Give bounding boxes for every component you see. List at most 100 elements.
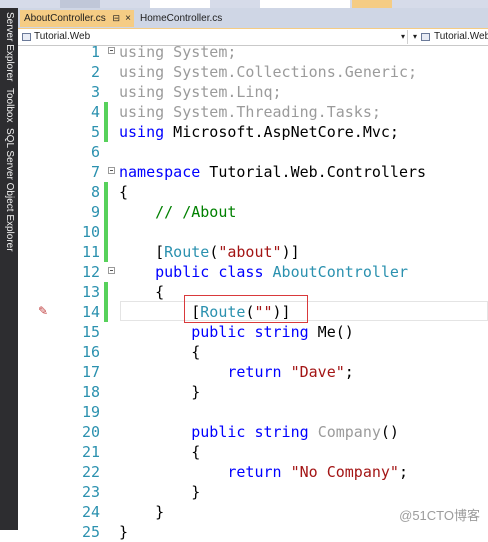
side-tab-sql-server-object-explorer[interactable]: SQL Server Object Explorer (2, 128, 16, 252)
code-line[interactable]: 8{ (18, 182, 488, 202)
toolbar-fragment (352, 0, 392, 8)
top-toolbar-strip (0, 0, 488, 8)
watermark: @51CTO博客 (399, 508, 480, 523)
annotation-highlight-box (184, 295, 308, 323)
code-text: } (119, 503, 165, 521)
tab-about-controller[interactable]: AboutController.cs ⊟ × (20, 10, 134, 27)
code-text: { (119, 183, 129, 201)
code-text: using System.Linq; (119, 83, 282, 101)
line-number: 16 (81, 343, 100, 361)
code-line[interactable]: 16 { (18, 342, 488, 362)
change-marker (104, 202, 108, 222)
code-line[interactable]: 22 return "No Company"; (18, 462, 488, 482)
line-number: 14 (81, 303, 100, 321)
line-number: 11 (81, 243, 100, 261)
left-tool-window-bar: Server Explorer Toolbox SQL Server Objec… (0, 8, 18, 530)
project-dropdown-label: Tutorial.Web (34, 31, 91, 42)
code-text: public class AboutController (155, 263, 408, 281)
code-line[interactable]: 18 } (18, 382, 488, 402)
collapse-icon[interactable] (108, 47, 115, 54)
type-dropdown-label: Tutorial.Web.Co (434, 31, 488, 42)
quick-action-lightbulb-icon[interactable]: ✎ (38, 304, 48, 318)
line-number: 12 (81, 263, 100, 281)
line-number: 10 (81, 223, 100, 241)
change-marker (104, 122, 108, 142)
line-number: 8 (90, 183, 100, 201)
tab-label: HomeController.cs (140, 13, 223, 24)
code-text: return "Dave"; (227, 363, 354, 381)
collapse-icon[interactable] (108, 267, 115, 274)
line-number: 17 (81, 363, 100, 381)
code-text: return "No Company"; (227, 463, 408, 481)
close-icon[interactable]: × (125, 10, 131, 27)
code-line[interactable]: 23 } (18, 482, 488, 502)
line-number: 23 (81, 483, 100, 501)
code-text: { (119, 283, 165, 301)
change-marker (104, 102, 108, 122)
code-text: // /About (155, 203, 237, 221)
collapse-icon[interactable] (108, 167, 115, 174)
line-number: 20 (81, 423, 100, 441)
line-number: 7 (90, 163, 100, 181)
code-line[interactable]: 5 using Microsoft.AspNetCore.Mvc; (18, 122, 488, 142)
side-tab-toolbox[interactable]: Toolbox (2, 88, 16, 122)
change-marker (104, 242, 108, 262)
toolbar-fragment (150, 0, 210, 8)
code-line[interactable]: 3 using System.Linq; (18, 82, 488, 102)
code-text: using System.Collections.Generic; (119, 63, 418, 81)
line-number: 18 (81, 383, 100, 401)
line-number: 25 (81, 523, 100, 541)
code-line[interactable]: 4 using System.Threading.Tasks; (18, 102, 488, 122)
change-marker (104, 302, 108, 322)
line-number: 13 (81, 283, 100, 301)
code-line[interactable]: 11 [Route("about")] (18, 242, 488, 262)
code-line[interactable]: 9 // /About (18, 202, 488, 222)
code-text: using System.Threading.Tasks; (119, 103, 381, 121)
code-line[interactable]: 15 public string Me() (18, 322, 488, 342)
code-line[interactable]: 6 (18, 142, 488, 162)
line-number: 22 (81, 463, 100, 481)
code-text: [Route("about")] (119, 243, 300, 261)
code-text: using Microsoft.AspNetCore.Mvc; (119, 123, 399, 141)
code-line[interactable]: 17 return "Dave"; (18, 362, 488, 382)
line-number: 19 (81, 403, 100, 421)
side-tab-server-explorer[interactable]: Server Explorer (2, 12, 16, 81)
line-number: 15 (81, 323, 100, 341)
tab-home-controller[interactable]: HomeController.cs (136, 10, 246, 27)
line-number: 4 (90, 103, 100, 121)
code-text: namespace Tutorial.Web.Controllers (119, 163, 427, 181)
pin-icon[interactable]: ⊟ (112, 10, 120, 27)
line-number: 3 (90, 83, 100, 101)
line-number: 21 (81, 443, 100, 461)
document-tab-bar: AboutController.cs ⊟ × HomeController.cs (18, 8, 488, 30)
line-number: 1 (90, 43, 100, 61)
toolbar-fragment (260, 0, 350, 8)
line-number: 5 (90, 123, 100, 141)
code-line[interactable]: 2 using System.Collections.Generic; (18, 62, 488, 82)
code-text: } (119, 523, 129, 541)
code-editor[interactable]: 1 using System; 2 using System.Collections.… (18, 43, 488, 541)
code-text: } (119, 483, 201, 501)
line-number: 24 (81, 503, 100, 521)
code-line[interactable]: 25} (18, 522, 488, 542)
namespace-icon (421, 33, 430, 41)
code-line[interactable]: 1 using System; (18, 42, 488, 62)
line-number: 2 (90, 63, 100, 81)
code-line[interactable]: 10 (18, 222, 488, 242)
code-line[interactable]: 21 { (18, 442, 488, 462)
tab-label: AboutController.cs (24, 13, 106, 24)
change-marker (104, 182, 108, 202)
code-text: { (119, 443, 201, 461)
csharp-project-icon (22, 33, 31, 41)
code-line[interactable]: 19 (18, 402, 488, 422)
line-number: 6 (90, 143, 100, 161)
code-text: using System; (119, 43, 237, 61)
code-line[interactable]: 20 public string Company() (18, 422, 488, 442)
line-number: 9 (90, 203, 100, 221)
code-text: { (119, 343, 201, 361)
toolbar-fragment (60, 0, 100, 8)
code-line[interactable]: 12 public class AboutController (18, 262, 488, 282)
code-line[interactable]: 7 namespace Tutorial.Web.Controllers (18, 162, 488, 182)
code-text: } (119, 383, 201, 401)
change-marker (104, 282, 108, 302)
